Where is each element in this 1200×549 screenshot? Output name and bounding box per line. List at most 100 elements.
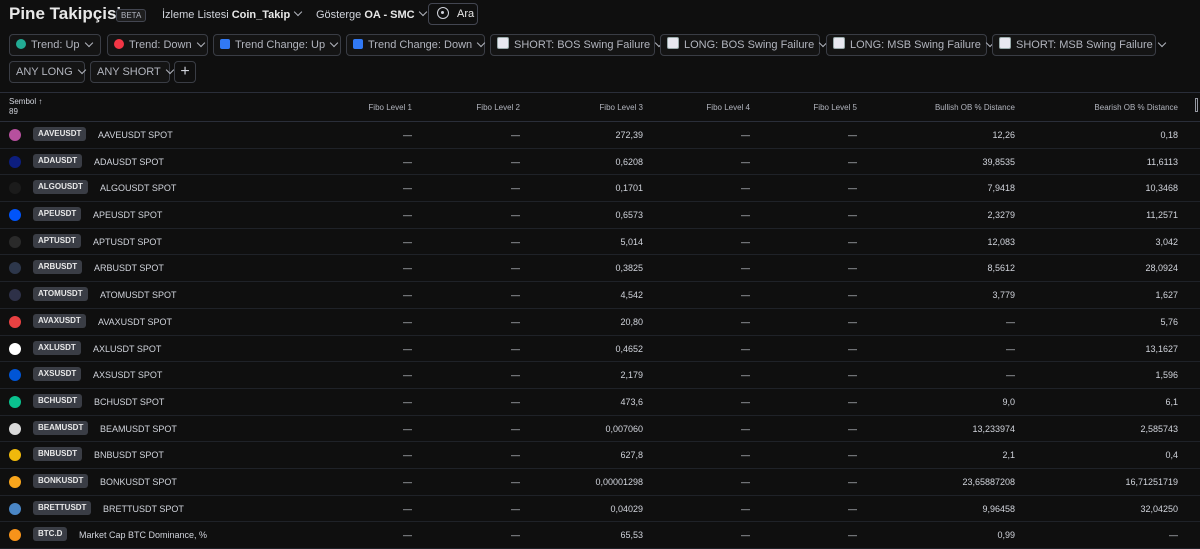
table-cell: 13,233974 [972, 423, 1015, 434]
table-cell: — [403, 316, 412, 327]
ticker-badge[interactable]: BCHUSDT [33, 393, 83, 408]
filter-chip[interactable]: ANY SHORT [90, 61, 175, 83]
ticker-badge[interactable]: ALGOUSDT [33, 180, 88, 195]
ticker-badge[interactable]: BRETTUSDT [33, 500, 92, 515]
table-row[interactable]: APEUSDT APEUSDT SPOT — — 0,6573 — — 2,3279 11,25… [0, 202, 1200, 229]
symbol-description: AVAXUSDT SPOT [98, 316, 173, 327]
sort-up-icon: ↑ [38, 97, 43, 106]
symbol-column-header[interactable]: Sembol ↑ 89 [9, 97, 42, 117]
column-header[interactable]: Bearish OB % Distance [1094, 103, 1178, 112]
symbol-description: BEAMUSDT SPOT [100, 423, 177, 434]
table-cell: — [741, 450, 750, 461]
table-row[interactable]: AXSUSDT AXSUSDT SPOT — — 2,179 — — — 1,596 [0, 362, 1200, 389]
table-cell: 23,65887208 [962, 476, 1015, 487]
table-cell: — [511, 316, 520, 327]
table-row[interactable]: ATOMUSDT ATOMUSDT SPOT — — 4,542 — — 3,779 1,627 [0, 282, 1200, 309]
column-header[interactable]: Fibo Level 4 [706, 103, 750, 112]
table-row[interactable]: BONKUSDT BONKUSDT SPOT — — 0,00001298 — — 23,65… [0, 469, 1200, 496]
filter-chip[interactable]: Trend Change: Down [346, 34, 486, 56]
ticker-badge[interactable]: BONKUSDT [33, 473, 89, 488]
table-cell: — [1006, 343, 1015, 354]
chevron-down-icon [293, 7, 303, 17]
table-cell: — [848, 210, 857, 221]
watchlist-selector[interactable]: İzleme Listesi Coin_Takip [162, 7, 303, 21]
ticker-badge[interactable]: APEUSDT [33, 207, 82, 222]
table-cell: — [848, 263, 857, 274]
ticker-badge[interactable]: BTC.D [33, 527, 68, 542]
ticker-badge[interactable]: BEAMUSDT [33, 420, 89, 435]
add-filter-button[interactable]: + [174, 61, 196, 83]
table-cell: 65,53 [620, 530, 643, 541]
table-cell: — [848, 530, 857, 541]
coin-logo-icon [9, 262, 21, 275]
beta-badge: BETA [116, 9, 147, 22]
table-cell: 39,8535 [982, 156, 1015, 167]
table-row[interactable]: BCHUSDT BCHUSDT SPOT — — 473,6 — — 9,0 6,1 [0, 389, 1200, 416]
table-cell: — [511, 370, 520, 381]
table-row[interactable]: ADAUSDT ADAUSDT SPOT — — 0,6208 — — 39,8535 11,6… [0, 149, 1200, 176]
table-cell: — [511, 210, 520, 221]
table-cell: — [848, 423, 857, 434]
table-row[interactable]: ALGOUSDT ALGOUSDT SPOT — — 0,1701 — — 7,9418 10,… [0, 175, 1200, 203]
column-header[interactable]: Fibo Level 1 [368, 103, 412, 112]
chevron-down-icon [165, 65, 175, 75]
filter-chip[interactable]: Trend: Up [9, 34, 101, 56]
filter-label: SHORT: BOS Swing Failure [514, 39, 651, 51]
table-cell: 0,1701 [615, 183, 643, 194]
table-row[interactable]: BEAMUSDT BEAMUSDT SPOT — — 0,007060 — — 13,2339… [0, 416, 1200, 443]
filter-chip[interactable]: LONG: BOS Swing Failure [660, 34, 828, 56]
table-cell: 28,0924 [1145, 263, 1178, 274]
ticker-badge[interactable]: AXLUSDT [33, 340, 81, 355]
table-cell: — [848, 290, 857, 301]
coin-logo-icon [9, 289, 21, 302]
table-row[interactable]: AVAXUSDT AVAXUSDT SPOT — — 20,80 — — — 5,76 [0, 309, 1200, 336]
column-header[interactable]: Fibo Level 2 [476, 103, 520, 112]
filter-chip[interactable]: ANY LONG [9, 61, 86, 83]
screener-table: Sembol ↑ 89 Fibo Level 1 Fibo Level 2 Fibo… [0, 92, 1200, 549]
ticker-badge[interactable]: AVAXUSDT [33, 313, 86, 328]
indicator-selector[interactable]: Gösterge OA - SMC [316, 7, 427, 21]
column-header[interactable]: Fibo Level 5 [813, 103, 857, 112]
filter-chip[interactable]: LONG: MSB Swing Failure [826, 34, 995, 56]
filter-chip[interactable]: Trend Change: Up [213, 34, 341, 56]
green-dot-icon [16, 39, 26, 49]
table-cell: 272,39 [615, 130, 643, 140]
ticker-badge[interactable]: ARBUSDT [33, 260, 83, 275]
table-row[interactable]: BTC.D Market Cap BTC Dominance, % — — 65,53 —… [0, 522, 1200, 549]
table-row[interactable]: ARBUSDT ARBUSDT SPOT — — 0,3825 — — 8,5612 28,09… [0, 255, 1200, 283]
table-row[interactable]: AAVEUSDT AAVEUSDT SPOT — — 272,39 — — 12,26 0,18 [0, 122, 1200, 149]
search-button[interactable]: Ara [428, 3, 478, 25]
table-cell: — [403, 423, 412, 434]
filter-chip[interactable]: SHORT: BOS Swing Failure [490, 34, 664, 56]
ticker-badge[interactable]: AXSUSDT [33, 367, 82, 382]
ticker-badge[interactable]: ATOMUSDT [33, 287, 88, 302]
table-row[interactable]: APTUSDT APTUSDT SPOT — — 5,014 — — 12,083 3,042 [0, 229, 1200, 256]
ticker-badge[interactable]: ADAUSDT [33, 153, 83, 168]
filter-chip[interactable]: SHORT: MSB Swing Failure [992, 34, 1166, 56]
ticker-badge[interactable]: AAVEUSDT [33, 127, 87, 141]
table-cell: — [848, 396, 857, 407]
column-header[interactable]: Fibo Level 3 [599, 103, 643, 112]
ticker-badge[interactable]: APTUSDT [33, 233, 81, 248]
column-header[interactable]: Bullish OB % Distance [935, 103, 1015, 112]
table-row[interactable]: BNBUSDT BNBUSDT SPOT — — 627,8 — — 2,1 0,4 [0, 442, 1200, 469]
table-cell: — [848, 476, 857, 487]
symbol-description: AXSUSDT SPOT [93, 370, 163, 381]
table-row[interactable]: AXLUSDT AXLUSDT SPOT — — 0,4652 — — — 13,1627 [0, 336, 1200, 363]
table-cell: 12,26 [992, 130, 1015, 140]
chevron-down-icon [196, 38, 205, 48]
chart-square-icon [667, 37, 679, 49]
table-cell: 1,596 [1155, 370, 1178, 381]
table-cell: 2,3279 [987, 210, 1015, 221]
table-cell: — [741, 183, 750, 194]
filter-chip[interactable]: Trend: Down [107, 34, 208, 56]
column-resize-handle[interactable] [1195, 98, 1198, 112]
ticker-badge[interactable]: BNBUSDT [33, 447, 83, 462]
table-cell: — [741, 530, 750, 541]
red-dot-icon [114, 39, 124, 49]
table-cell: — [511, 183, 520, 194]
table-row[interactable]: BRETTUSDT BRETTUSDT SPOT — — 0,04029 — — 9,9645… [0, 496, 1200, 523]
table-cell: — [403, 530, 412, 541]
symbol-description: BCHUSDT SPOT [94, 396, 165, 407]
indicator-label: Gösterge [316, 9, 362, 21]
